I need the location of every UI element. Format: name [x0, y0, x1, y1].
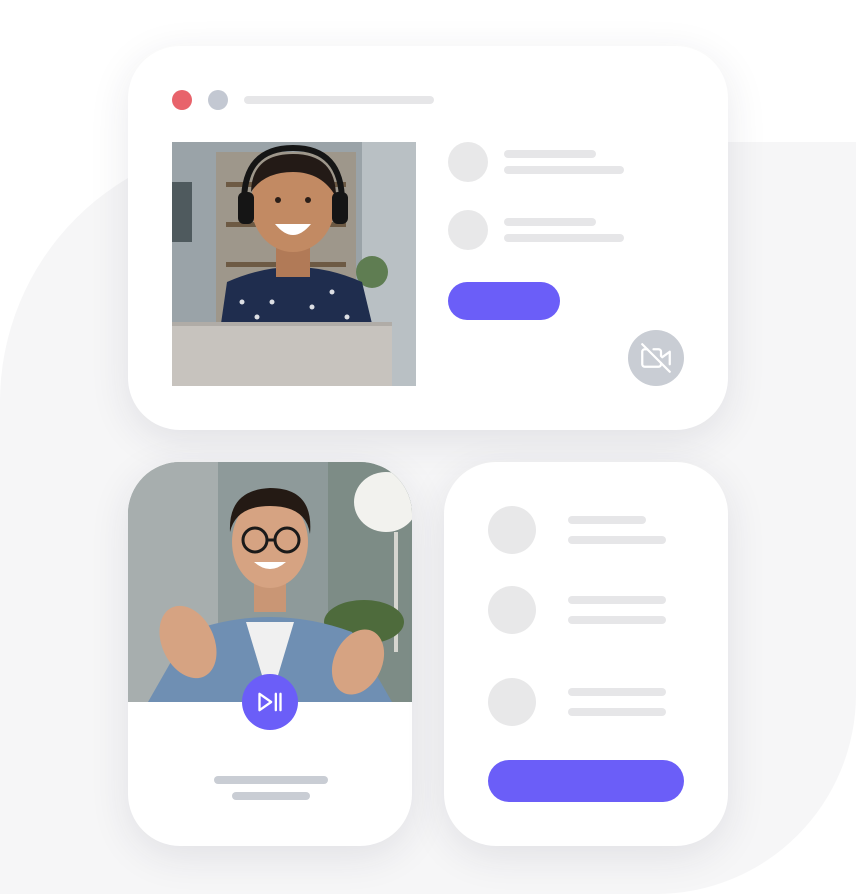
participant-video-man[interactable] — [128, 462, 412, 702]
play-pause-icon — [258, 692, 282, 712]
participant-name-placeholder — [504, 150, 596, 158]
contacts-list-card — [444, 462, 728, 846]
caption-subline-placeholder — [232, 792, 310, 800]
contact-name-placeholder — [568, 516, 646, 524]
video-off-icon — [641, 343, 671, 373]
video-call-window — [128, 46, 728, 430]
window-close-dot[interactable] — [172, 90, 192, 110]
participant-avatar[interactable] — [448, 142, 488, 182]
man-photo-illustration — [128, 462, 412, 702]
contact-avatar[interactable] — [488, 678, 536, 726]
woman-photo-illustration — [172, 142, 416, 386]
camera-toggle-button[interactable] — [628, 330, 684, 386]
play-pause-button[interactable] — [242, 674, 298, 730]
contact-detail-placeholder — [568, 708, 666, 716]
window-title-placeholder — [244, 96, 434, 104]
participant-status-placeholder — [504, 166, 624, 174]
contact-avatar[interactable] — [488, 506, 536, 554]
participant-status-placeholder — [504, 234, 624, 242]
start-call-button[interactable] — [488, 760, 684, 802]
video-preview-card — [128, 462, 412, 846]
contact-name-placeholder — [568, 596, 666, 604]
caption-line-placeholder — [214, 776, 328, 784]
participant-name-placeholder — [504, 218, 596, 226]
contact-name-placeholder — [568, 688, 666, 696]
window-minimize-dot[interactable] — [208, 90, 228, 110]
participant-video-woman[interactable] — [172, 142, 416, 386]
join-call-button[interactable] — [448, 282, 560, 320]
contact-detail-placeholder — [568, 616, 666, 624]
contact-avatar[interactable] — [488, 586, 536, 634]
participant-avatar[interactable] — [448, 210, 488, 250]
contact-detail-placeholder — [568, 536, 666, 544]
